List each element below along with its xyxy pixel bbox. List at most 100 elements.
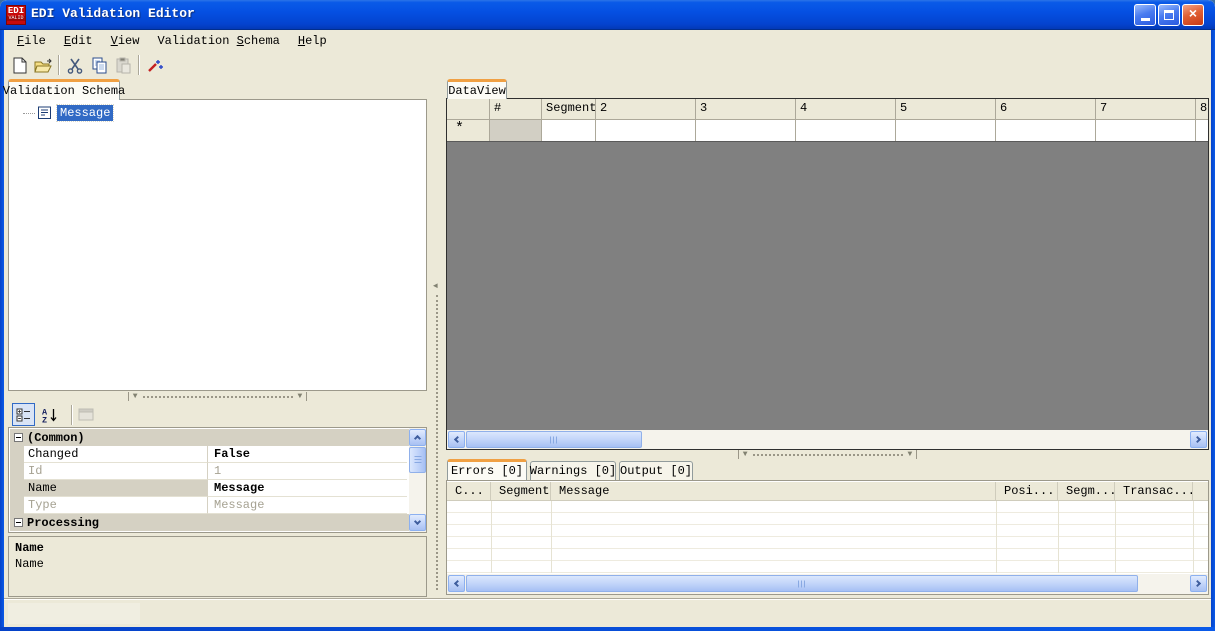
row-indent xyxy=(10,497,24,514)
row-indent xyxy=(10,480,24,497)
close-icon: × xyxy=(1189,8,1197,22)
column-header[interactable]: 5 xyxy=(896,99,996,119)
vertical-splitter[interactable]: ◄ xyxy=(431,99,443,595)
menu-file[interactable]: File xyxy=(8,32,55,50)
column-header[interactable]: 8 xyxy=(1196,99,1208,119)
menu-validation-schema[interactable]: Validation Schema xyxy=(148,32,288,50)
column-header[interactable]: Segment xyxy=(491,482,551,500)
right-splitter[interactable]: ▼▼ xyxy=(446,450,1209,459)
grid-cell[interactable] xyxy=(696,120,796,141)
chevron-down-icon xyxy=(414,518,421,525)
errors-row[interactable] xyxy=(447,537,1208,549)
column-header[interactable]: Segm... xyxy=(1058,482,1115,500)
tree-node-label[interactable]: Message xyxy=(57,105,113,121)
grid-cell[interactable] xyxy=(996,120,1096,141)
property-pages-button[interactable] xyxy=(74,403,97,426)
property-value[interactable]: False xyxy=(208,446,407,463)
tab-validation-schema[interactable]: Validation Schema xyxy=(8,79,120,100)
paste-icon xyxy=(115,57,132,74)
grid-cell[interactable] xyxy=(1196,120,1208,141)
menu-view[interactable]: View xyxy=(102,32,149,50)
app-icon: EDI VALID xyxy=(6,5,26,25)
category-label: Processing xyxy=(27,516,99,530)
tab-dataview[interactable]: DataView xyxy=(447,79,507,99)
category-row-processing[interactable]: Processing xyxy=(10,514,409,531)
column-header[interactable]: 6 xyxy=(996,99,1096,119)
property-grid-vscrollbar[interactable] xyxy=(409,428,426,532)
hscroll-thumb[interactable] xyxy=(466,431,642,448)
svg-text:Z: Z xyxy=(42,415,47,423)
maximize-button[interactable] xyxy=(1158,4,1180,26)
property-row-name[interactable]: Name Message xyxy=(10,480,409,497)
grid-cell[interactable] xyxy=(542,120,596,141)
scroll-right-button[interactable] xyxy=(1190,575,1207,592)
column-header[interactable]: Segment xyxy=(542,99,596,119)
property-row-type[interactable]: Type Message xyxy=(10,497,409,514)
open-file-button[interactable] xyxy=(31,53,55,77)
scroll-left-button[interactable] xyxy=(448,575,465,592)
chevron-right-icon xyxy=(1194,580,1201,587)
chevron-left-icon xyxy=(454,436,461,443)
paste-button[interactable] xyxy=(111,53,135,77)
grid-cell-selected[interactable] xyxy=(490,120,542,141)
cut-button[interactable] xyxy=(63,53,87,77)
property-row-id[interactable]: Id 1 xyxy=(10,463,409,480)
property-row-changed[interactable]: Changed False xyxy=(10,446,409,463)
minimize-button[interactable] xyxy=(1134,4,1156,26)
property-label[interactable]: Changed xyxy=(24,446,208,463)
tab-errors[interactable]: Errors [0] xyxy=(447,459,527,480)
close-button[interactable]: × xyxy=(1182,4,1204,26)
errors-hscrollbar[interactable] xyxy=(447,574,1208,594)
column-header[interactable]: 3 xyxy=(696,99,796,119)
grid-cell[interactable] xyxy=(896,120,996,141)
hscroll-thumb[interactable] xyxy=(466,575,1138,592)
description-text: Name xyxy=(15,557,420,571)
categorized-button[interactable] xyxy=(12,403,35,426)
collapse-icon[interactable] xyxy=(14,518,23,527)
errors-row[interactable] xyxy=(447,513,1208,525)
collapse-icon[interactable] xyxy=(14,433,23,442)
left-splitter[interactable]: ▼▼ xyxy=(8,391,427,402)
scroll-down-button[interactable] xyxy=(409,514,426,531)
grid-cell[interactable] xyxy=(1096,120,1196,141)
vscroll-thumb[interactable] xyxy=(409,447,426,473)
column-header[interactable]: Transac... xyxy=(1115,482,1193,500)
errors-row[interactable] xyxy=(447,525,1208,537)
errors-header: C... Segment Message Posi... Segm... Tra… xyxy=(447,482,1208,501)
splitter-collapse-arrow[interactable]: ◄ xyxy=(433,282,438,291)
dataview-grid: # Segment 2 3 4 5 6 7 8 * xyxy=(446,98,1209,450)
dataview-hscrollbar[interactable] xyxy=(447,430,1208,449)
errors-row[interactable] xyxy=(447,549,1208,561)
category-row-common[interactable]: (Common) xyxy=(10,429,409,446)
property-value[interactable]: Message xyxy=(208,480,407,497)
property-label[interactable]: Name xyxy=(24,480,208,497)
tab-validation-schema-label: Validation Schema xyxy=(3,84,125,98)
property-pages-icon xyxy=(78,408,94,421)
alphabetical-sort-button[interactable]: AZ xyxy=(38,403,61,426)
grid-cell[interactable] xyxy=(796,120,896,141)
column-header[interactable]: C... xyxy=(447,482,491,500)
scroll-left-button[interactable] xyxy=(448,431,465,448)
menu-help[interactable]: Help xyxy=(289,32,336,50)
copy-button[interactable] xyxy=(87,53,111,77)
schema-tree: Message xyxy=(8,99,427,391)
column-header[interactable]: Message xyxy=(551,482,996,500)
menu-edit[interactable]: Edit xyxy=(55,32,102,50)
grid-cell[interactable] xyxy=(596,120,696,141)
validate-button[interactable] xyxy=(143,53,167,77)
new-file-button[interactable] xyxy=(7,53,31,77)
column-header[interactable]: Posi... xyxy=(996,482,1058,500)
column-header[interactable]: # xyxy=(490,99,542,119)
scroll-up-button[interactable] xyxy=(409,429,426,446)
tab-output[interactable]: Output [0] xyxy=(619,461,693,480)
description-title: Name xyxy=(15,541,420,555)
tab-warnings[interactable]: Warnings [0] xyxy=(530,461,616,480)
errors-row[interactable] xyxy=(447,501,1208,513)
errors-row[interactable] xyxy=(447,561,1208,573)
column-header[interactable]: 2 xyxy=(596,99,696,119)
scroll-right-button[interactable] xyxy=(1190,431,1207,448)
column-header[interactable]: 7 xyxy=(1096,99,1196,119)
tree-node-message[interactable]: Message xyxy=(23,105,113,121)
splitter-tick xyxy=(306,392,307,401)
column-header[interactable]: 4 xyxy=(796,99,896,119)
